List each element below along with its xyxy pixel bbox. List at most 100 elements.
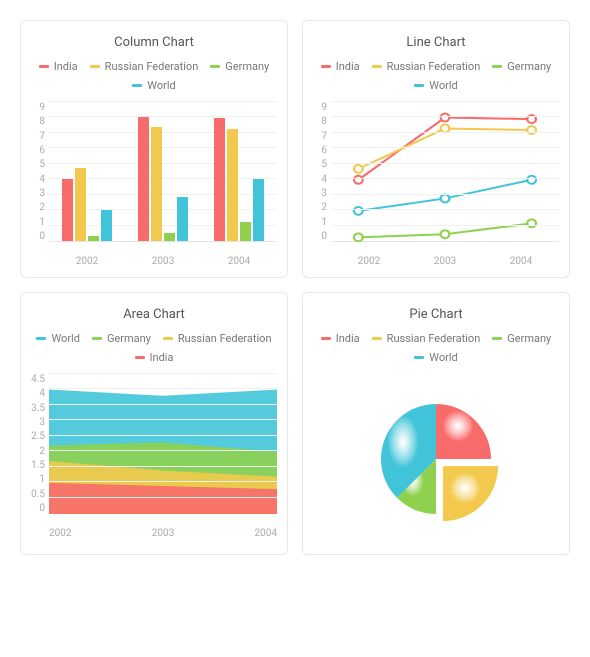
bar-group — [138, 117, 188, 241]
legend-label: World — [429, 79, 457, 92]
y-tick-label: 2 — [31, 446, 45, 457]
pie-plot — [313, 374, 559, 544]
y-tick-label: 6 — [31, 145, 45, 156]
column-chart-card: Column Chart India Russian Federation Germ… — [20, 20, 288, 278]
bar — [240, 222, 251, 241]
area-plot: 00.511.522.533.544.5 200220032004 — [31, 374, 277, 539]
legend-item: World — [36, 332, 79, 345]
column-plot: 0123456789 200220032004 — [31, 102, 277, 267]
legend-label: Russian Federation — [387, 332, 481, 345]
legend: India Russian Federation Germany World — [31, 60, 277, 92]
line-point — [354, 165, 363, 173]
y-tick-label: 5 — [313, 159, 327, 170]
y-tick-label: 2 — [313, 202, 327, 213]
y-tick-label: 3 — [31, 417, 45, 428]
legend-swatch — [163, 337, 173, 340]
legend-label: Russian Federation — [178, 332, 272, 345]
bar — [164, 233, 175, 241]
y-tick-label: 8 — [31, 116, 45, 127]
y-tick-label: 1.5 — [31, 460, 45, 471]
y-tick-label: 1 — [313, 217, 327, 228]
line-point — [441, 114, 450, 122]
bar-group — [214, 118, 264, 241]
y-tick-label: 9 — [313, 102, 327, 113]
y-tick-label: 4 — [31, 174, 45, 185]
y-tick-label: 3 — [31, 188, 45, 199]
line-plot: 0123456789 200220032004 — [313, 102, 559, 267]
legend-swatch — [39, 65, 49, 68]
legend: India Russian Federation Germany World — [313, 60, 559, 92]
legend-item: Germany — [492, 60, 551, 73]
legend-item: Germany — [492, 332, 551, 345]
y-tick-label: 3 — [313, 188, 327, 199]
legend-label: World — [147, 79, 175, 92]
legend-item: Russian Federation — [372, 60, 481, 73]
y-tick-label: 9 — [31, 102, 45, 113]
line-chart-card: Line Chart India Russian Federation German… — [302, 20, 570, 278]
bar — [62, 179, 73, 241]
legend-label: Russian Federation — [387, 60, 481, 73]
legend-label: India — [336, 60, 360, 73]
x-tick-label: 2002 — [49, 528, 71, 539]
legend-label: Germany — [107, 332, 151, 345]
bar — [138, 117, 149, 241]
legend-swatch — [321, 65, 331, 68]
legend-swatch — [414, 84, 424, 87]
legend-item: World — [414, 79, 457, 92]
x-tick-label: 2003 — [434, 256, 456, 267]
y-tick-label: 5 — [31, 159, 45, 170]
legend-item: India — [39, 60, 78, 73]
x-tick-label: 2003 — [152, 256, 174, 267]
x-tick-label: 2002 — [358, 256, 380, 267]
legend-swatch — [135, 356, 145, 359]
legend-label: India — [150, 351, 174, 364]
chart-title: Column Chart — [31, 35, 277, 50]
legend-swatch — [90, 65, 100, 68]
chart-title: Pie Chart — [313, 307, 559, 322]
bar — [214, 118, 225, 241]
legend-swatch — [372, 337, 382, 340]
legend-label: Germany — [507, 332, 551, 345]
x-tick-label: 2004 — [510, 256, 532, 267]
legend-item: Russian Federation — [372, 332, 481, 345]
bar — [227, 129, 238, 241]
legend-item: India — [321, 332, 360, 345]
legend: World Germany Russian Federation India — [31, 332, 277, 364]
y-tick-label: 4 — [313, 174, 327, 185]
pie-slice — [443, 466, 498, 521]
y-tick-label: 7 — [313, 131, 327, 142]
chart-title: Line Chart — [313, 35, 559, 50]
line-point — [441, 230, 450, 238]
legend-label: Russian Federation — [105, 60, 199, 73]
bar-group — [62, 168, 112, 241]
legend-swatch — [492, 65, 502, 68]
y-tick-label: 0.5 — [31, 489, 45, 500]
line-point — [354, 233, 363, 241]
y-tick-label: 3.5 — [31, 403, 45, 414]
y-tick-label: 2 — [31, 202, 45, 213]
x-tick-label: 2002 — [76, 256, 98, 267]
legend-item: Germany — [210, 60, 269, 73]
bar — [75, 168, 86, 241]
chart-title: Area Chart — [31, 307, 277, 322]
bar — [101, 210, 112, 241]
legend-swatch — [36, 337, 46, 340]
legend-item: Russian Federation — [90, 60, 199, 73]
bar — [88, 236, 99, 241]
y-tick-label: 0 — [31, 231, 45, 242]
y-tick-label: 0 — [31, 503, 45, 514]
line-point — [527, 176, 536, 184]
legend-swatch — [492, 337, 502, 340]
legend-item: World — [414, 351, 457, 364]
legend-swatch — [132, 84, 142, 87]
y-tick-label: 4 — [31, 388, 45, 399]
y-tick-label: 7 — [31, 131, 45, 142]
y-tick-label: 2.5 — [31, 431, 45, 442]
y-tick-label: 0 — [313, 231, 327, 242]
legend-swatch — [372, 65, 382, 68]
line-point — [354, 176, 363, 184]
legend-label: Germany — [225, 60, 269, 73]
area-chart-card: Area Chart World Germany Russian Federatio… — [20, 292, 288, 555]
legend-label: India — [336, 332, 360, 345]
legend-swatch — [210, 65, 220, 68]
